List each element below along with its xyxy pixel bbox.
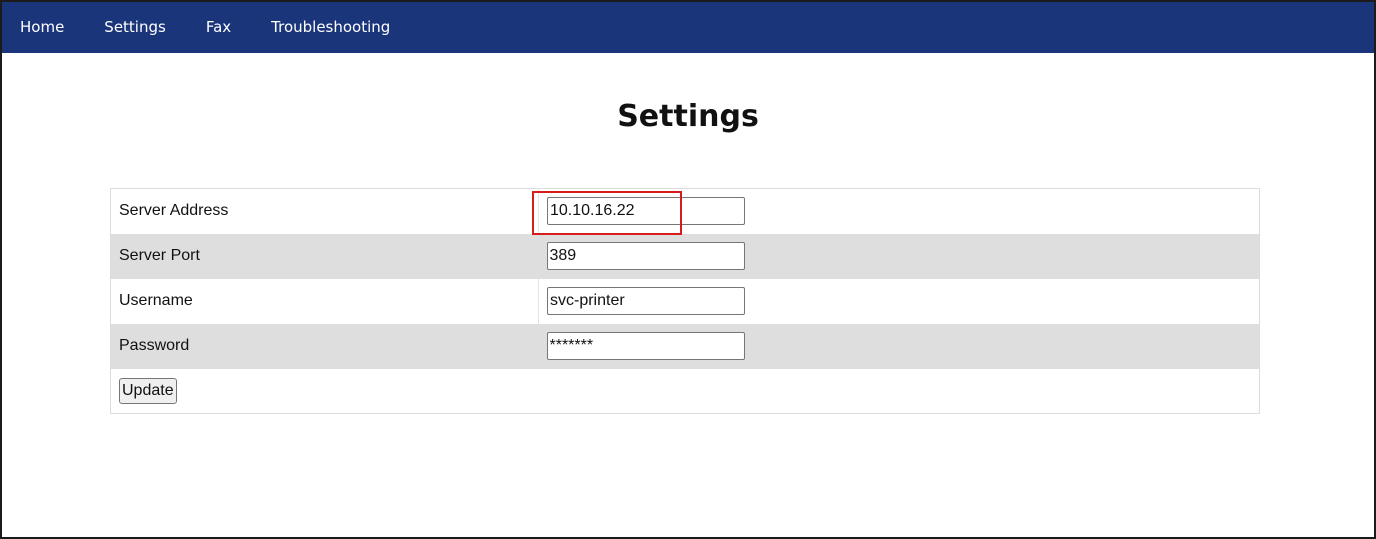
top-navbar: Home Settings Fax Troubleshooting	[2, 2, 1374, 53]
server-port-input[interactable]	[546, 242, 745, 270]
settings-form-table: Server Address Server Port Username Pass…	[110, 188, 1260, 414]
nav-home-link[interactable]: Home	[20, 20, 64, 35]
password-label: Password	[110, 323, 539, 369]
server-port-row: Server Port	[110, 233, 1260, 279]
password-cell	[538, 323, 1260, 369]
nav-troubleshooting-link[interactable]: Troubleshooting	[271, 20, 390, 35]
nav-settings-link[interactable]: Settings	[104, 20, 166, 35]
username-label: Username	[110, 278, 539, 324]
server-port-cell	[538, 233, 1260, 279]
password-row: Password	[110, 323, 1260, 369]
username-input[interactable]	[547, 287, 745, 315]
update-cell: Update	[111, 369, 1260, 414]
server-port-label: Server Port	[110, 233, 539, 279]
nav-fax-link[interactable]: Fax	[206, 20, 231, 35]
server-address-label: Server Address	[110, 188, 539, 234]
password-input[interactable]	[546, 332, 745, 360]
username-cell	[539, 279, 1260, 324]
page-title: Settings	[617, 99, 759, 134]
update-button[interactable]: Update	[119, 377, 177, 404]
username-row: Username	[110, 278, 1260, 324]
browser-viewport: Home Settings Fax Troubleshooting Settin…	[0, 0, 1376, 539]
server-address-input[interactable]	[547, 197, 745, 226]
server-address-row: Server Address	[110, 188, 1260, 234]
server-address-cell	[539, 189, 1260, 234]
update-row: Update	[111, 369, 1260, 414]
